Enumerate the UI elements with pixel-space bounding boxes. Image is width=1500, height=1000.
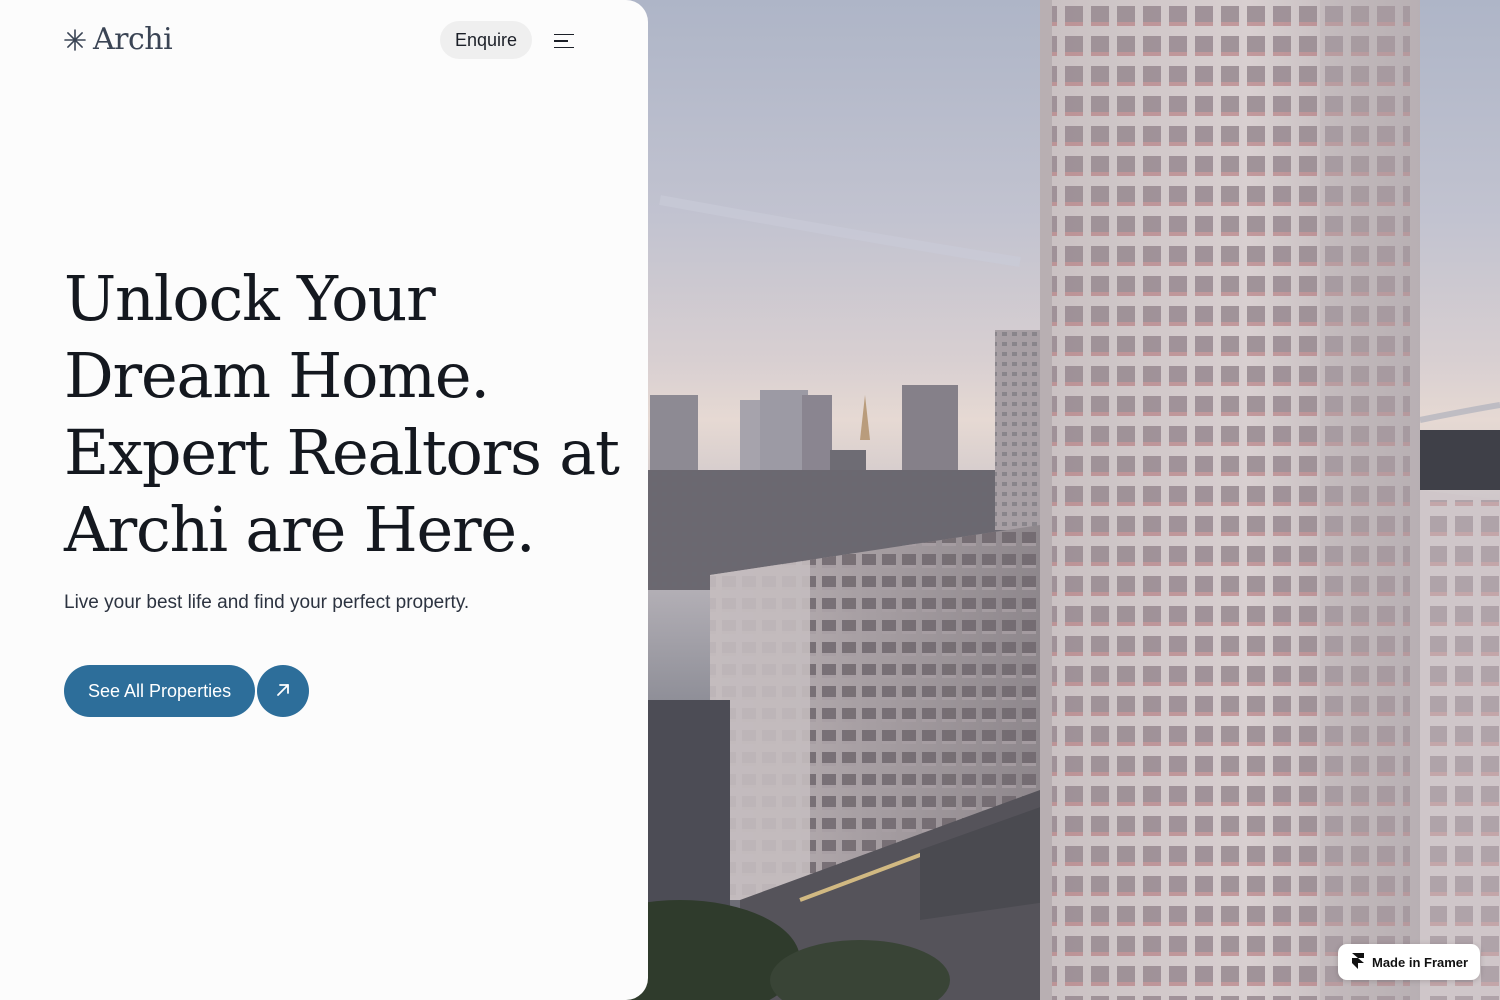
asterisk-icon: [63, 28, 87, 52]
menu-line: [554, 40, 568, 42]
city-skyline-illustration: [620, 0, 1500, 1000]
hero-city-photo: [620, 0, 1500, 1000]
headline-line: Unlock Your: [64, 262, 436, 335]
menu-line: [554, 33, 574, 36]
made-in-framer-badge[interactable]: Made in Framer: [1338, 944, 1480, 980]
arrow-up-right-icon: [274, 681, 292, 702]
hamburger-menu-icon[interactable]: [550, 28, 578, 54]
hero-subtitle: Live your best life and find your perfec…: [64, 592, 470, 613]
badge-label: Made in Framer: [1372, 954, 1469, 970]
headline-line: Expert Realtors at: [64, 416, 620, 489]
enquire-button[interactable]: Enquire: [440, 21, 532, 59]
brand-logo[interactable]: Archi: [63, 22, 173, 57]
brand-name: Archi: [93, 22, 173, 57]
see-all-properties-button[interactable]: See All Properties: [64, 665, 256, 717]
menu-line: [554, 46, 574, 49]
hero-panel: Archi Enquire Unlock Your Dream Home. Ex…: [0, 0, 648, 1000]
hero-headline: Unlock Your Dream Home. Expert Realtors …: [64, 260, 634, 568]
cta-arrow-button[interactable]: [257, 665, 310, 717]
headline-line: Archi are Here.: [64, 493, 536, 566]
framer-logo-icon: [1352, 952, 1364, 972]
cta-group: See All Properties: [64, 665, 310, 717]
headline-line: Dream Home.: [64, 339, 490, 412]
